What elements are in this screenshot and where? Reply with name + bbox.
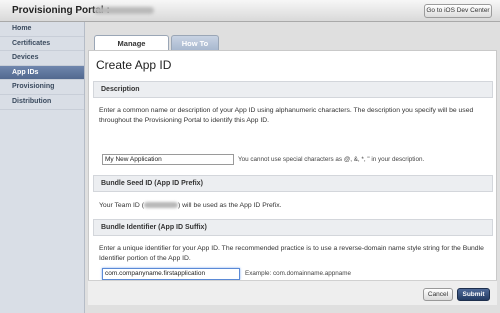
sidebar-item-certificates[interactable]: Certificates (0, 37, 84, 52)
bundle-identifier-example: Example: com.domainname.appname (245, 270, 352, 277)
bundle-seed-text-after: ) will be used as the App ID Prefix. (177, 202, 282, 209)
sidebar: Home Certificates Devices App IDs Provis… (0, 22, 85, 313)
tab-manage[interactable]: Manage (94, 35, 169, 50)
main-content: Manage How To Create App ID Description … (85, 22, 500, 313)
description-hint: You cannot use special characters as @, … (238, 156, 425, 163)
bundle-seed-text: Your Team ID ( ) will be used as the App … (99, 201, 489, 211)
go-to-dev-center-button[interactable]: Go to iOS Dev Center (424, 4, 492, 18)
bundle-identifier-help-text: Enter a unique identifier for your App I… (99, 245, 484, 262)
sidebar-item-provisioning[interactable]: Provisioning (0, 80, 84, 95)
bundle-identifier-section-heading: Bundle Identifier (App ID Suffix) (93, 219, 493, 236)
bundle-seed-section-heading: Bundle Seed ID (App ID Prefix) (93, 175, 493, 192)
bundle-seed-text-before: Your Team ID ( (99, 202, 144, 209)
form-footer: Cancel Submit (88, 280, 497, 305)
sidebar-item-app-ids[interactable]: App IDs (0, 65, 84, 81)
description-input[interactable]: My New Application (102, 154, 234, 165)
sidebar-item-home[interactable]: Home (0, 22, 84, 37)
page-title: Create App ID (96, 58, 172, 72)
description-section-heading: Description (93, 81, 493, 98)
tab-how-to[interactable]: How To (171, 35, 219, 50)
create-app-id-panel: Create App ID Description Enter a common… (88, 50, 497, 305)
top-bar: Provisioning Portal : Go to iOS Dev Cent… (0, 0, 500, 22)
redacted-team-id (143, 202, 178, 209)
bundle-identifier-input[interactable]: com.companyname.firstapplication (102, 268, 240, 280)
cancel-button[interactable]: Cancel (423, 288, 453, 301)
description-help-text: Enter a common name or description of yo… (99, 107, 474, 124)
sidebar-item-distribution[interactable]: Distribution (0, 95, 84, 110)
sidebar-item-devices[interactable]: Devices (0, 51, 84, 66)
redacted-account-name (94, 7, 154, 14)
submit-button[interactable]: Submit (457, 288, 490, 301)
